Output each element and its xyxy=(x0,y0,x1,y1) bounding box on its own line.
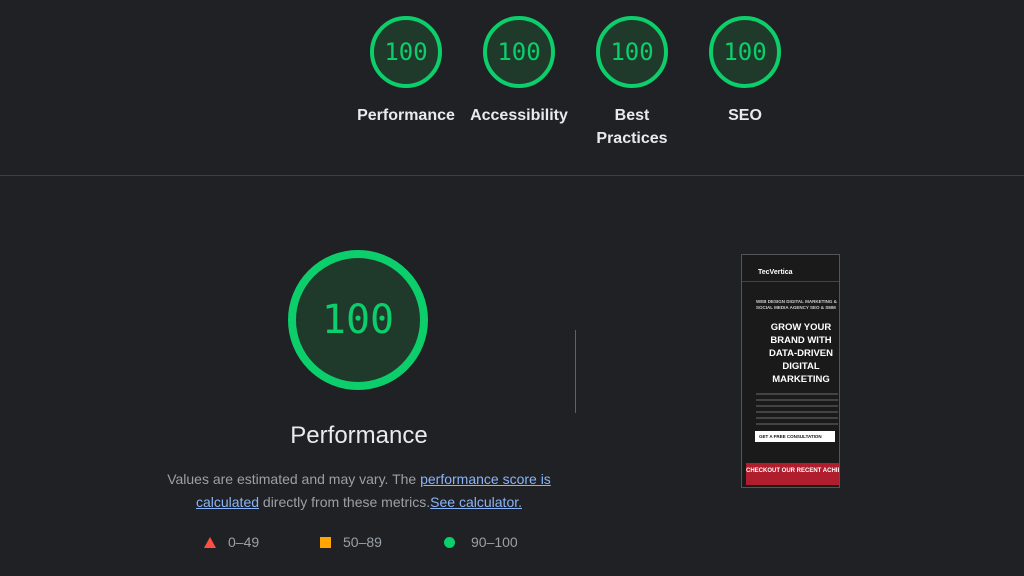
see-calculator-link[interactable]: See calculator. xyxy=(430,494,522,510)
triangle-icon xyxy=(204,536,216,548)
legend-fail: 0–49 xyxy=(204,534,259,550)
gauge-score-ring: 100 xyxy=(483,16,555,88)
gauge-score-ring: 100 xyxy=(370,16,442,88)
gauge-best-practices[interactable]: 100 Best Practices xyxy=(581,16,683,150)
section-divider xyxy=(0,175,1024,176)
thumbnail-divider xyxy=(742,281,839,282)
thumbnail-body-text xyxy=(756,393,838,427)
gauge-performance[interactable]: 100 Performance xyxy=(355,16,457,127)
gauge-label: SEO xyxy=(728,107,762,124)
legend-pass: 90–100 xyxy=(444,534,518,550)
vertical-divider xyxy=(575,330,576,413)
legend-range: 0–49 xyxy=(228,534,260,550)
thumbnail-subtitle: WEB DESIGN DIGITAL MARKETING & SOCIAL ME… xyxy=(756,299,837,310)
gauge-label: Accessibility xyxy=(470,107,568,124)
legend-range: 50–89 xyxy=(343,534,382,550)
performance-title: Performance xyxy=(290,422,428,449)
thumbnail-brand: TecVertica xyxy=(758,269,793,276)
desc-prefix: Values are estimated and may vary. The xyxy=(167,471,421,487)
gauge-label: Best Practices xyxy=(596,107,668,147)
gauge-accessibility[interactable]: 100 Accessibility xyxy=(468,16,570,127)
gauge-label: Performance xyxy=(357,107,455,124)
gauge-score-ring: 100 xyxy=(709,16,781,88)
performance-score-gauge: 100 xyxy=(288,250,428,390)
gauge-score-ring: 100 xyxy=(596,16,668,88)
page-screenshot-thumbnail[interactable]: TecVertica WEB DESIGN DIGITAL MARKETING … xyxy=(741,254,840,488)
circle-icon xyxy=(444,536,455,548)
desc-middle: directly from these metrics. xyxy=(259,494,431,510)
gauge-seo[interactable]: 100 SEO xyxy=(694,16,796,127)
square-icon xyxy=(320,536,331,548)
thumbnail-banner: CHECKOUT OUR RECENT ACHIEVEMENTS xyxy=(746,463,839,485)
thumbnail-headline: GROW YOUR BRAND WITH DATA-DRIVEN DIGITAL… xyxy=(768,322,834,385)
legend-range: 90–100 xyxy=(471,534,518,550)
performance-description: Values are estimated and may vary. The p… xyxy=(160,468,558,514)
thumbnail-cta-button: GET A FREE CONSULTATION xyxy=(755,431,835,442)
legend-average: 50–89 xyxy=(320,534,382,550)
